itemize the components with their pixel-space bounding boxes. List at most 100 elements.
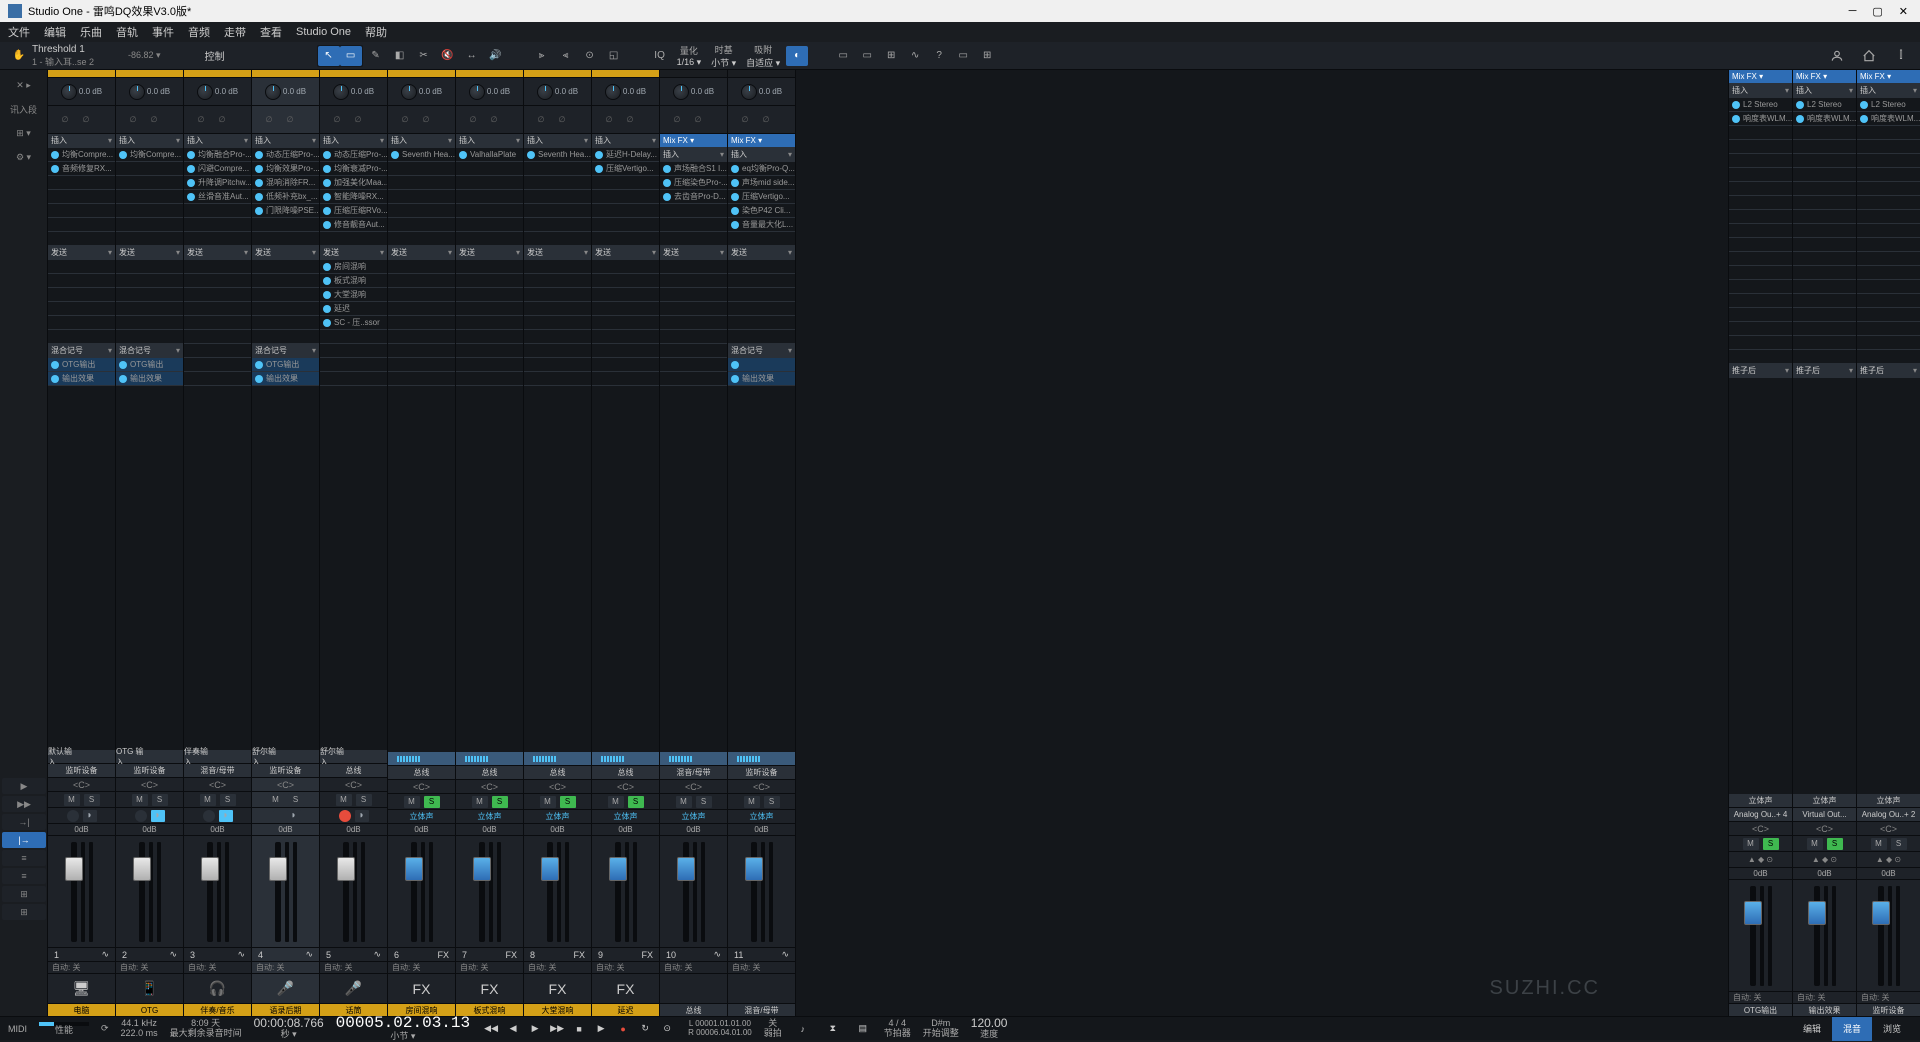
send-header[interactable]: 发送: [48, 246, 115, 260]
fader[interactable]: [1793, 880, 1856, 992]
send-slot[interactable]: 房间混响: [320, 260, 387, 274]
solo-button[interactable]: S: [356, 794, 372, 806]
empty-slot[interactable]: [456, 204, 523, 218]
key[interactable]: D#m开始调整: [923, 1019, 959, 1039]
fader[interactable]: [660, 836, 727, 948]
insert-slot[interactable]: 低频补充bx_...: [252, 190, 319, 204]
channel-number[interactable]: 1∿: [48, 948, 115, 962]
phase-row[interactable]: ∅∅: [184, 106, 251, 134]
help-icon[interactable]: ?: [928, 46, 950, 66]
empty-slot[interactable]: [48, 232, 115, 246]
fader[interactable]: [1729, 880, 1792, 992]
send-header[interactable]: 发送: [116, 246, 183, 260]
input-row[interactable]: [456, 752, 523, 766]
empty-send[interactable]: [184, 274, 251, 288]
empty-slot[interactable]: [48, 190, 115, 204]
quantize-drop[interactable]: 量化1/16 ▾: [677, 44, 702, 68]
empty-slot[interactable]: [48, 176, 115, 190]
gain-knob[interactable]: 0.0 dB: [592, 78, 659, 106]
leftctrl-4[interactable]: ≡: [2, 850, 46, 866]
empty-slot[interactable]: [660, 218, 727, 232]
center-row[interactable]: <C>: [1793, 822, 1856, 836]
channel-number[interactable]: 4∿: [252, 948, 319, 962]
menu-查看[interactable]: 查看: [260, 24, 282, 40]
empty-slot[interactable]: [184, 232, 251, 246]
empty-slot[interactable]: [524, 204, 591, 218]
output-row[interactable]: 总线: [388, 766, 455, 780]
empty-send[interactable]: [524, 260, 591, 274]
empty-slot[interactable]: [388, 204, 455, 218]
stereo-label[interactable]: 立体声: [660, 810, 727, 824]
fader[interactable]: [252, 836, 319, 948]
empty-slot[interactable]: [388, 176, 455, 190]
monitor-button[interactable]: ◗: [151, 810, 165, 822]
insert-slot[interactable]: 延迟H-Delay...: [592, 148, 659, 162]
mix-label[interactable]: 混合记号: [252, 344, 319, 358]
empty-send[interactable]: [524, 316, 591, 330]
output-row[interactable]: 监听设备: [252, 764, 319, 778]
mute-button[interactable]: M: [472, 796, 488, 808]
insert-slot[interactable]: L2 Stereo: [1729, 98, 1792, 112]
mute-button[interactable]: M: [132, 794, 148, 806]
tab-mix[interactable]: 混音: [1832, 1017, 1872, 1041]
insert-header[interactable]: 插入: [184, 134, 251, 148]
gain-knob[interactable]: 0.0 dB: [388, 78, 455, 106]
solo-button[interactable]: S: [84, 794, 100, 806]
empty-send[interactable]: [456, 330, 523, 344]
back-button[interactable]: ◀: [504, 1021, 522, 1037]
empty-send[interactable]: [728, 274, 795, 288]
send-header[interactable]: 发送: [184, 246, 251, 260]
channel-name[interactable]: OTG输出: [1729, 1004, 1792, 1016]
center-row[interactable]: <C>: [728, 780, 795, 794]
perf-meter[interactable]: 性能: [39, 1022, 89, 1036]
count-icon[interactable]: ▤: [854, 1021, 872, 1037]
mix-label[interactable]: 混合记号: [116, 344, 183, 358]
insert-header[interactable]: 插入: [48, 134, 115, 148]
empty-slot[interactable]: [388, 232, 455, 246]
channel-number[interactable]: 9FX: [592, 948, 659, 962]
channel-name[interactable]: 伴奏/音乐: [184, 1004, 251, 1016]
output-row[interactable]: 混音/母带: [660, 766, 727, 780]
insert-slot[interactable]: 动态压缩Pro-...: [252, 148, 319, 162]
automation-mode[interactable]: 自动: 关: [728, 962, 795, 974]
play-button[interactable]: ▶: [592, 1021, 610, 1037]
empty-send[interactable]: [728, 316, 795, 330]
bend-tool[interactable]: ↔: [461, 46, 483, 66]
record-arm[interactable]: [135, 810, 147, 822]
empty-send[interactable]: [116, 330, 183, 344]
stereo-label[interactable]: 立体声: [592, 810, 659, 824]
empty-slot[interactable]: [592, 204, 659, 218]
channel-number[interactable]: 6FX: [388, 948, 455, 962]
snap-toggle[interactable]: ◐: [786, 46, 808, 66]
out-slot[interactable]: 输出效果: [116, 372, 183, 386]
solo-button[interactable]: S: [424, 796, 440, 808]
out-slot[interactable]: [728, 358, 795, 372]
mute-button[interactable]: M: [1743, 838, 1759, 850]
phase-row[interactable]: ∅∅: [320, 106, 387, 134]
empty-slot[interactable]: [524, 218, 591, 232]
ripple-tool[interactable]: ⫷: [555, 46, 577, 66]
gain-knob[interactable]: 0.0 dB: [184, 78, 251, 106]
insert-slot[interactable]: 压缩染色Pro-...: [660, 176, 727, 190]
output-row[interactable]: Analog Ou..+ 4: [1729, 808, 1792, 822]
automation-mode[interactable]: 自动: 关: [1729, 992, 1792, 1004]
solo-button[interactable]: S: [560, 796, 576, 808]
empty-slot[interactable]: [116, 176, 183, 190]
empty-send[interactable]: [252, 274, 319, 288]
empty-send[interactable]: [592, 330, 659, 344]
empty-slot[interactable]: [320, 232, 387, 246]
empty-slot[interactable]: [184, 218, 251, 232]
insert-slot[interactable]: 音频修复RX...: [48, 162, 115, 176]
empty-slot[interactable]: [252, 218, 319, 232]
tab-edit[interactable]: 编辑: [1792, 1017, 1832, 1041]
mute-button[interactable]: M: [744, 796, 760, 808]
automation-mode[interactable]: 自动: 关: [524, 962, 591, 974]
insert-header[interactable]: 插入: [1793, 84, 1856, 98]
out-slot[interactable]: 输出效果: [48, 372, 115, 386]
empty-send[interactable]: [48, 288, 115, 302]
empty-slot[interactable]: [456, 176, 523, 190]
empty-slot[interactable]: [592, 218, 659, 232]
phase-row[interactable]: ∅∅: [728, 106, 795, 134]
empty-send[interactable]: [252, 288, 319, 302]
output-row[interactable]: 总线: [320, 764, 387, 778]
